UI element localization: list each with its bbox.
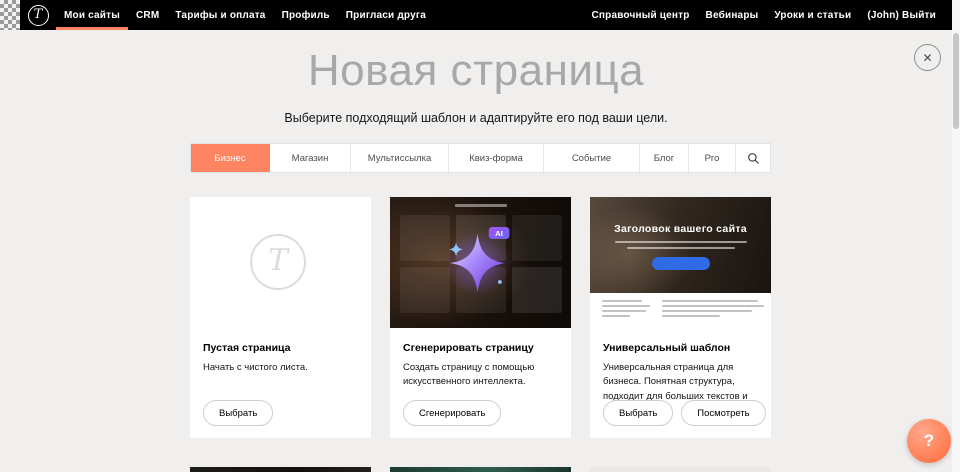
tab-event[interactable]: Событие	[544, 144, 640, 172]
ai-sparkle-icon: AI	[438, 221, 524, 301]
tilda-logo-icon: T	[28, 5, 49, 26]
tilda-new-page-screen: T Мои сайты CRM Тарифы и оплата Профиль …	[0, 0, 960, 472]
next-row-card-preview[interactable]	[590, 467, 771, 472]
secondary-nav: Справочный центр Вебинары Уроки и статьи…	[583, 0, 952, 30]
preview-text-line	[627, 247, 735, 249]
nav-profile[interactable]: Профиль	[274, 0, 338, 30]
topbar: T Мои сайты CRM Тарифы и оплата Профиль …	[0, 0, 952, 30]
nav-my-sites[interactable]: Мои сайты	[56, 0, 128, 30]
card-description: Начать с чистого листа.	[203, 361, 358, 375]
card-actions: Выбрать	[203, 400, 273, 426]
blank-template-preview[interactable]: T	[190, 197, 371, 328]
template-category-tabs: Бизнес Магазин Мультиссылка Квиз-форма С…	[190, 143, 771, 173]
nav-logout[interactable]: (John) Выйти	[859, 0, 944, 30]
page-subtitle: Выберите подходящий шаблон и адаптируйте…	[0, 111, 952, 125]
tab-blog[interactable]: Блог	[640, 144, 689, 172]
card-actions: Сгенерировать	[403, 400, 501, 426]
universal-template-preview[interactable]: Заголовок вашего сайта	[590, 197, 771, 328]
scrollbar-thumb[interactable]	[953, 33, 959, 129]
template-card-blank: T Пустая страница Начать с чистого листа…	[190, 197, 371, 438]
nav-invite-friend[interactable]: Пригласи друга	[338, 0, 434, 30]
preview-text-section	[590, 293, 771, 328]
scrollbar[interactable]	[952, 0, 960, 472]
preview-cta-button	[652, 257, 710, 270]
close-button[interactable]: ✕	[914, 44, 941, 71]
preview-header-line	[455, 204, 507, 207]
tab-pro[interactable]: Pro	[689, 144, 736, 172]
preview-hero: Заголовок вашего сайта	[590, 197, 771, 293]
next-row-card-preview[interactable]	[390, 467, 571, 472]
template-card-universal: Заголовок вашего сайта Универсальный шаб…	[590, 197, 771, 438]
tab-search[interactable]	[736, 144, 770, 172]
card-title: Пустая страница	[203, 342, 358, 354]
preview-text-column	[602, 300, 650, 328]
search-icon	[747, 152, 760, 165]
card-title: Универсальный шаблон	[603, 342, 758, 354]
nav-help-center[interactable]: Справочный центр	[583, 0, 697, 30]
card-description: Создать страницу с помощью искусственног…	[403, 361, 558, 390]
close-icon: ✕	[922, 52, 932, 64]
tab-shop[interactable]: Магазин	[270, 144, 351, 172]
ai-badge: AI	[495, 229, 503, 238]
tab-business[interactable]: Бизнес	[191, 144, 270, 172]
tilda-watermark-icon: T	[250, 234, 306, 290]
preview-text-line	[615, 241, 747, 243]
nav-lessons-articles[interactable]: Уроки и статьи	[766, 0, 859, 30]
card-body: Универсальный шаблон Универсальная стран…	[590, 328, 771, 438]
tilda-logo[interactable]: T	[20, 0, 56, 30]
ai-template-preview[interactable]: AI	[390, 197, 571, 328]
preview-text-column	[662, 300, 764, 328]
nav-webinars[interactable]: Вебинары	[698, 0, 767, 30]
tab-multilink[interactable]: Мультиссылка	[351, 144, 449, 172]
choose-universal-button[interactable]: Выбрать	[603, 400, 673, 426]
tab-quiz-form[interactable]: Квиз-форма	[449, 144, 544, 172]
card-body: Пустая страница Начать с чистого листа. …	[190, 328, 371, 438]
card-body: Сгенерировать страницу Создать страницу …	[390, 328, 571, 438]
next-row-card-preview[interactable]	[190, 467, 371, 472]
page-title: Новая страница	[0, 46, 952, 96]
generate-button[interactable]: Сгенерировать	[403, 400, 501, 426]
template-card-ai: AI Сгенерировать страницу Создать страни…	[390, 197, 571, 438]
view-universal-button[interactable]: Посмотреть	[681, 400, 765, 426]
card-title: Сгенерировать страницу	[403, 342, 558, 354]
primary-nav: Мои сайты CRM Тарифы и оплата Профиль Пр…	[56, 0, 434, 30]
nav-crm[interactable]: CRM	[128, 0, 167, 30]
preview-hero-title: Заголовок вашего сайта	[590, 197, 771, 235]
nav-tariffs-payment[interactable]: Тарифы и оплата	[167, 0, 273, 30]
help-button[interactable]: ?	[907, 419, 951, 463]
card-actions: Выбрать Посмотреть	[603, 400, 766, 426]
checker-pattern	[0, 0, 20, 30]
choose-blank-button[interactable]: Выбрать	[203, 400, 273, 426]
